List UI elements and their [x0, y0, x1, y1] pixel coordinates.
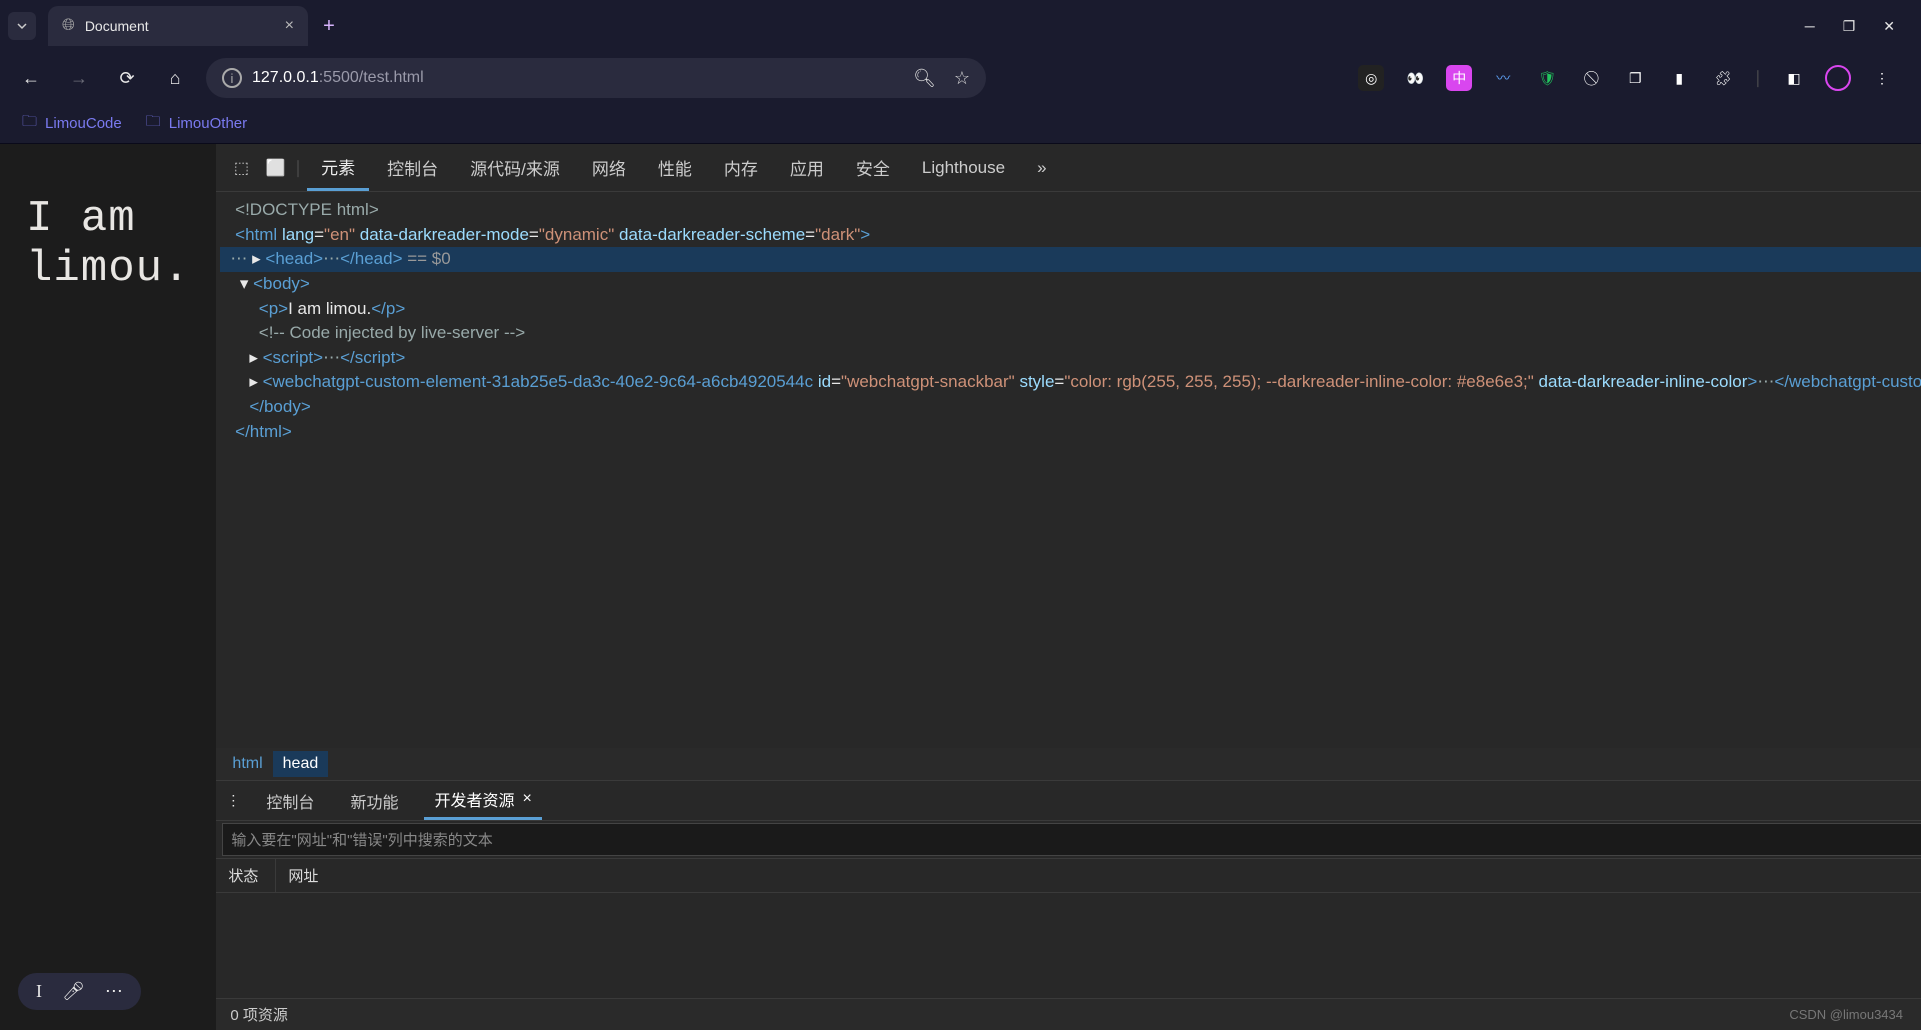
drawer-filter-row: 输入要在"网址"和"错误"列中搜索的文本 ✓通过网站加载 [216, 821, 1921, 859]
drawer-tab-devresources[interactable]: 开发者资源× [424, 782, 541, 820]
page-heading: I am limou. [26, 194, 190, 294]
bookmarks-bar: 🗀 LimouCode 🗀 LimouOther [0, 104, 1921, 144]
tab-console[interactable]: 控制台 [373, 144, 452, 191]
menu-icon[interactable]: ⋮ [1869, 65, 1895, 91]
zoom-icon[interactable]: 🔍︎ [913, 68, 936, 89]
bookmark-item[interactable]: 🗀 LimouCode [22, 111, 122, 136]
forward-button[interactable]: → [62, 61, 96, 95]
tab-title: Document [85, 18, 149, 34]
crumb-html[interactable]: html [222, 751, 272, 777]
watermark: CSDN @limou3434 [1789, 1007, 1903, 1022]
new-tab-button[interactable]: + [314, 11, 344, 41]
ext-icon-3[interactable]: 中 [1446, 65, 1472, 91]
devtools-drawer: ⋮ 控制台 新功能 开发者资源× ✕ 输入要在"网址"和"错误"列中搜索的文本 … [216, 780, 1921, 1030]
more-tabs-icon[interactable]: » [1023, 144, 1060, 191]
reload-button[interactable]: ⟳ [110, 61, 144, 95]
ext-icon-4[interactable]: 〰 [1490, 65, 1516, 91]
tab-elements[interactable]: 元素 [307, 144, 369, 191]
home-button[interactable]: ⌂ [158, 61, 192, 95]
maximize-icon[interactable]: ❐ [1843, 18, 1856, 35]
bookmark-label: LimouOther [169, 115, 247, 132]
browser-toolbar: ← → ⟳ ⌂ i 127.0.0.1:5500/test.html 🔍︎ ☆ … [0, 52, 1921, 104]
browser-titlebar: 🌐︎ Document × + ─ ❐ ✕ [0, 0, 1921, 52]
tab-close-icon[interactable]: × [522, 790, 531, 808]
voice-toolbar[interactable]: I 🎤︎ ⋯ [18, 973, 141, 1010]
dom-selected-row[interactable]: ⋯ ▸ <head>⋯</head> == $0 [220, 247, 1921, 272]
device-toggle-icon[interactable]: ⬜ [260, 158, 290, 178]
tab-lighthouse[interactable]: Lighthouse [908, 144, 1019, 191]
minimize-icon[interactable]: ─ [1805, 18, 1815, 35]
drawer-search-input[interactable]: 输入要在"网址"和"错误"列中搜索的文本 [222, 823, 1921, 856]
window-controls: ─ ❐ ✕ [1805, 18, 1913, 35]
drawer-table-header: 状态 网址 启动器 总字节数 错误 [216, 859, 1921, 893]
bookmark-star-icon[interactable]: ☆ [954, 68, 970, 89]
browser-tab[interactable]: 🌐︎ Document × [48, 6, 308, 46]
dom-doctype: <!DOCTYPE html> [235, 200, 379, 219]
sidepanel-icon[interactable]: ◧ [1781, 65, 1807, 91]
ext-icon-1[interactable]: ◎ [1358, 65, 1384, 91]
webpage-viewport: I am limou. I 🎤︎ ⋯ [0, 144, 216, 1030]
microphone-icon[interactable]: 🎤︎ [62, 981, 85, 1002]
drawer-menu-icon[interactable]: ⋮ [226, 792, 240, 809]
globe-icon: 🌐︎ [62, 17, 75, 35]
devtools-panel: ⬚ ⬜ │ 元素 控制台 源代码/来源 网络 性能 内存 应用 安全 Light… [216, 144, 1921, 1030]
extensions-puzzle-icon[interactable]: 🧩︎ [1710, 65, 1736, 91]
close-icon[interactable]: ✕ [1883, 18, 1895, 35]
profile-avatar-icon[interactable] [1825, 65, 1851, 91]
tab-memory[interactable]: 内存 [710, 144, 772, 191]
tab-application[interactable]: 应用 [776, 144, 838, 191]
drawer-tab-console[interactable]: 控制台 [256, 782, 324, 820]
tab-sources[interactable]: 源代码/来源 [456, 144, 574, 191]
tab-network[interactable]: 网络 [578, 144, 640, 191]
col-url[interactable]: 网址 [276, 859, 1921, 892]
devtools-tabs: ⬚ ⬜ │ 元素 控制台 源代码/来源 网络 性能 内存 应用 安全 Light… [216, 144, 1921, 192]
ext-icon-5[interactable]: 🛡︎ [1534, 65, 1560, 91]
ext-icon-2[interactable]: 👀 [1402, 65, 1428, 91]
content-area: I am limou. I 🎤︎ ⋯ ⬚ ⬜ │ 元素 控制台 源代码/来源 网… [0, 144, 1921, 1030]
tab-security[interactable]: 安全 [842, 144, 904, 191]
inspect-element-icon[interactable]: ⬚ [226, 158, 256, 178]
folder-icon: 🗀 [146, 111, 161, 136]
bookmark-item[interactable]: 🗀 LimouOther [146, 111, 247, 136]
url-host: 127.0.0.1 [252, 69, 319, 86]
crumb-head[interactable]: head [273, 751, 329, 777]
col-status[interactable]: 状态 [216, 859, 276, 892]
ext-icon-6[interactable]: 🚫︎ [1578, 65, 1604, 91]
folder-icon: 🗀 [22, 111, 37, 136]
dom-breadcrumbs: html head [216, 748, 1921, 780]
bookmark-label: LimouCode [45, 115, 122, 132]
ext-icon-7[interactable]: ❐ [1622, 65, 1648, 91]
address-bar[interactable]: i 127.0.0.1:5500/test.html 🔍︎ ☆ [206, 58, 986, 98]
more-icon[interactable]: ⋯ [105, 981, 123, 1002]
devtools-main: <!DOCTYPE html> <html lang="en" data-dar… [216, 192, 1921, 780]
drawer-tab-whatsnew[interactable]: 新功能 [340, 782, 408, 820]
extensions-area: ◎ 👀 中 〰 🛡︎ 🚫︎ ❐ ▮ 🧩︎ │ ◧ ⋮ [1358, 65, 1907, 91]
text-cursor-icon[interactable]: I [36, 981, 42, 1002]
back-button[interactable]: ← [14, 61, 48, 95]
url-path: :5500/test.html [319, 69, 424, 86]
site-info-icon[interactable]: i [222, 68, 242, 88]
tab-close-button[interactable]: × [285, 17, 294, 35]
system-menu-button[interactable] [8, 12, 36, 40]
tab-performance[interactable]: 性能 [644, 144, 706, 191]
ext-icon-8[interactable]: ▮ [1666, 65, 1692, 91]
drawer-tabs: ⋮ 控制台 新功能 开发者资源× ✕ [216, 781, 1921, 821]
dom-tree[interactable]: <!DOCTYPE html> <html lang="en" data-dar… [216, 192, 1921, 748]
drawer-status: 0 项资源 [216, 998, 1921, 1030]
